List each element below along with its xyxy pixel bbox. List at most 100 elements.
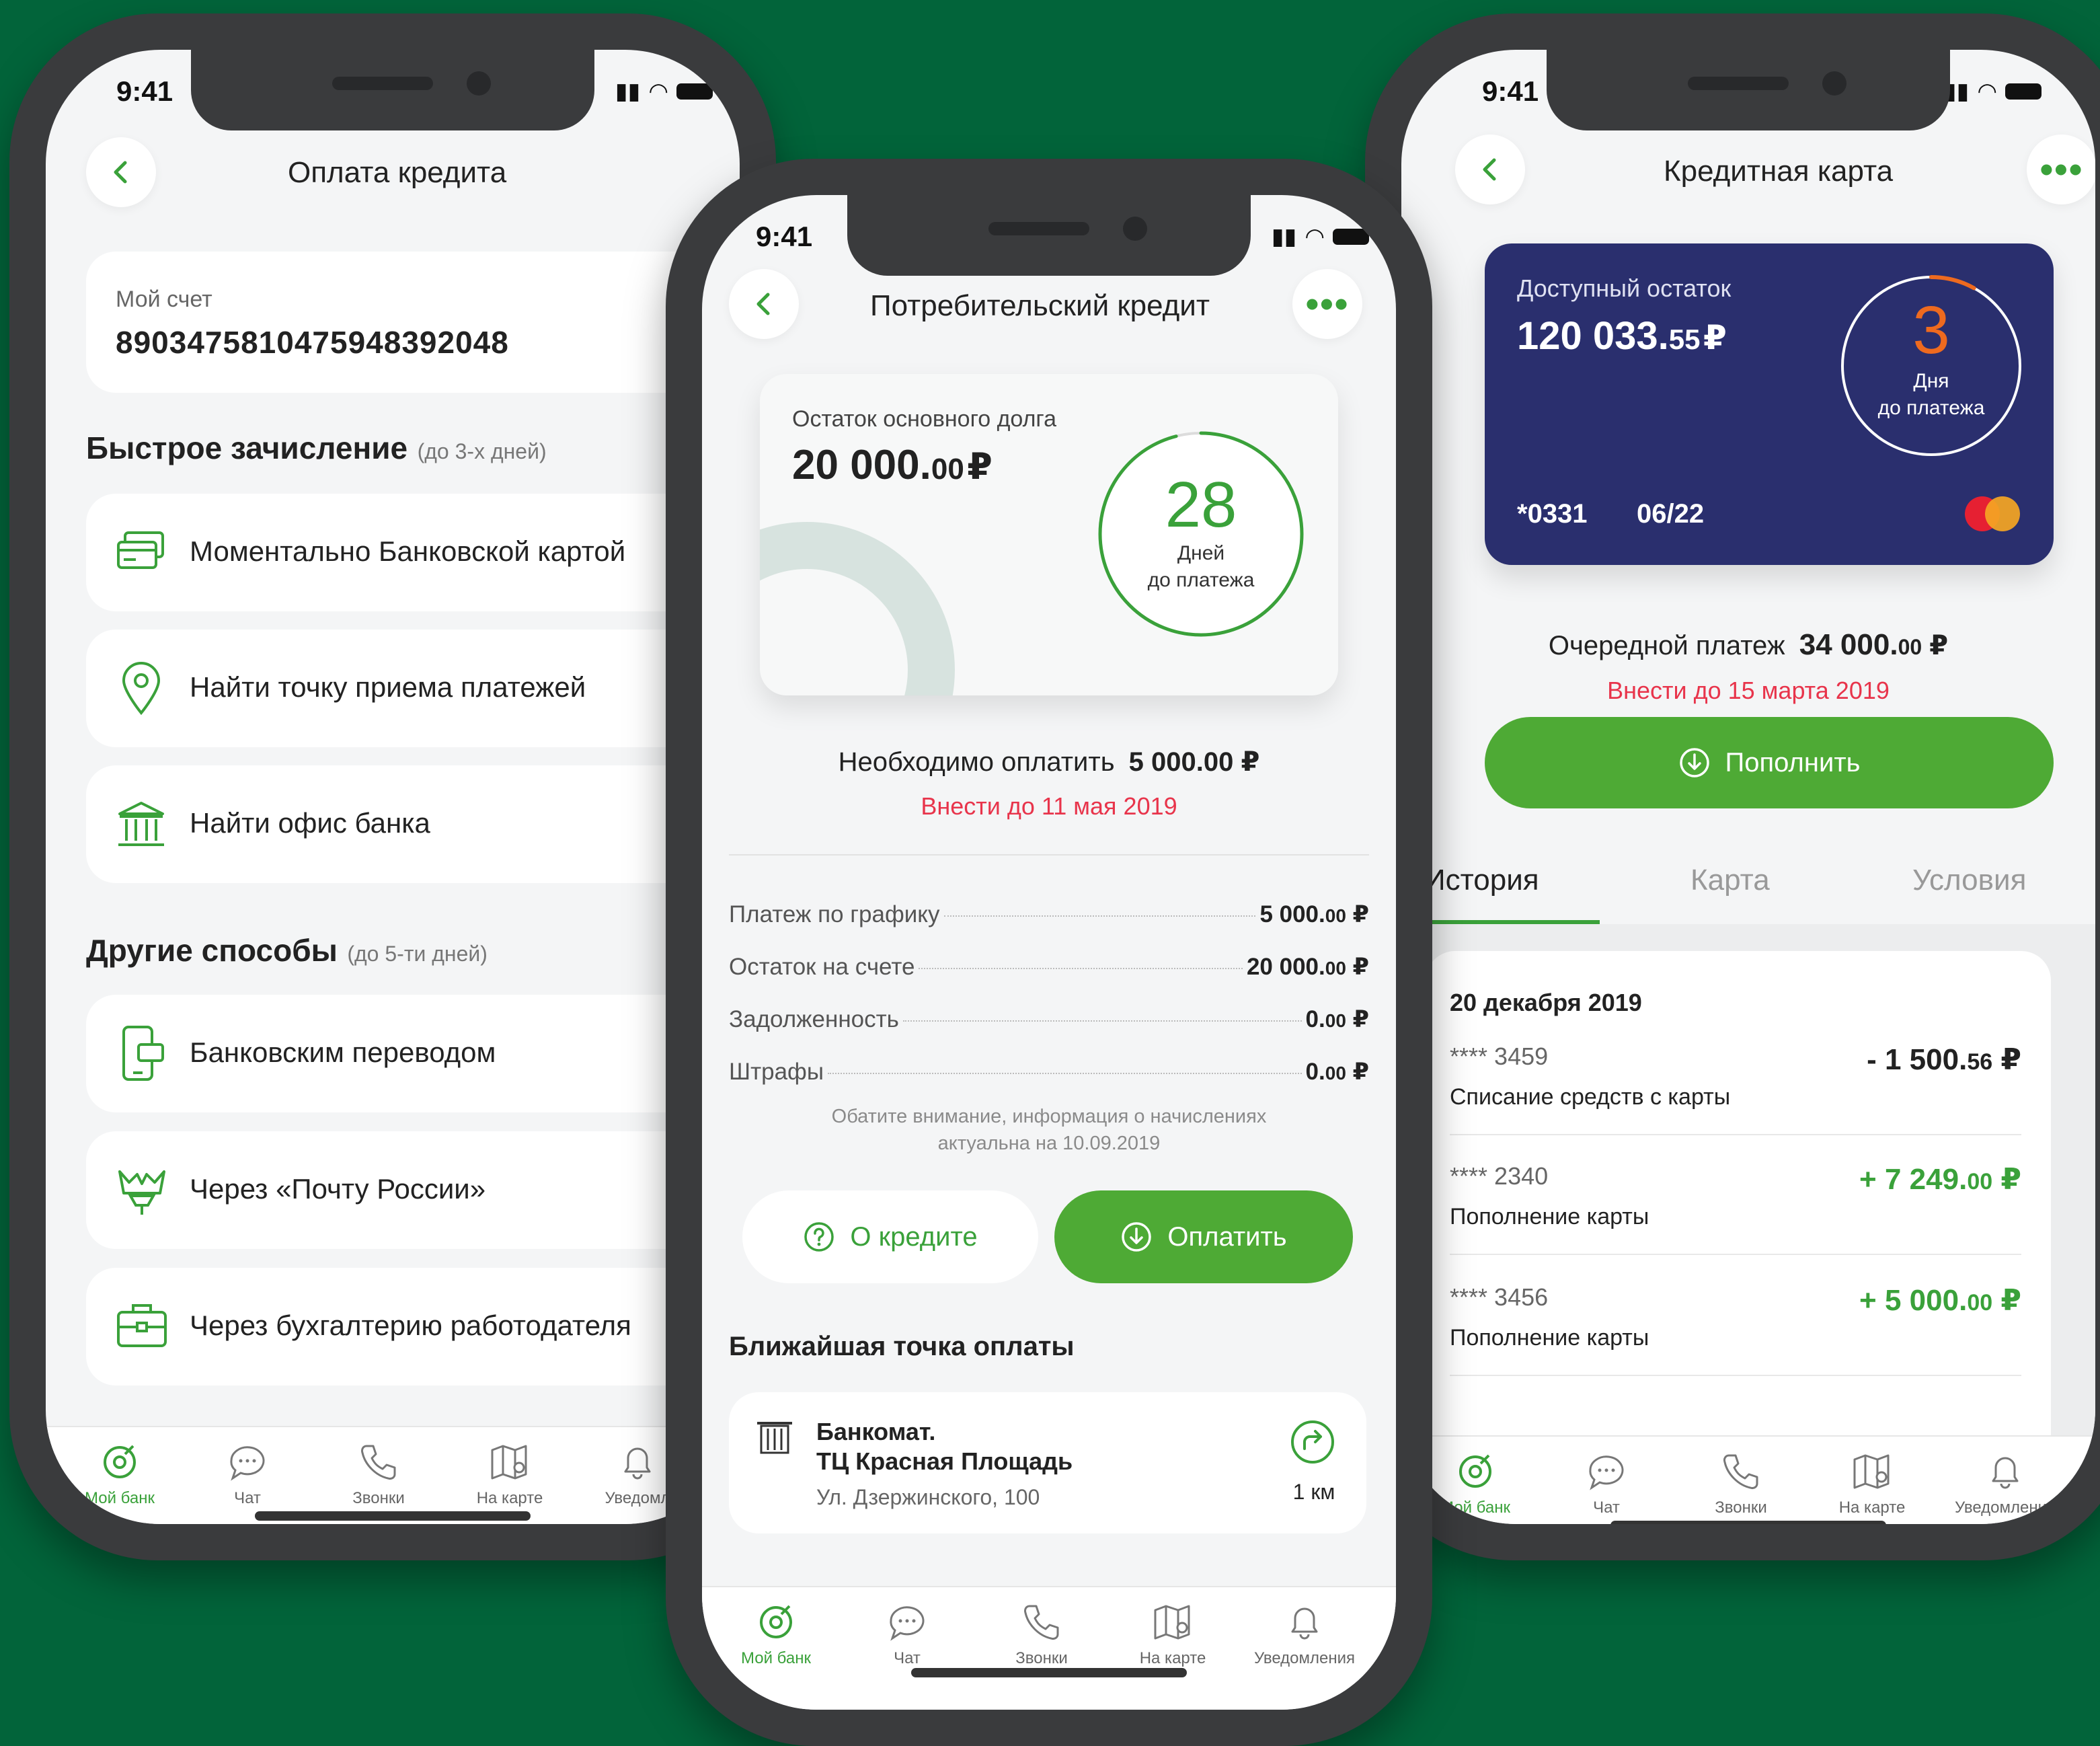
tab-notifications[interactable]: Уведомления: [1244, 1601, 1365, 1668]
tab-map[interactable]: На карте: [1812, 1450, 1933, 1517]
home-indicator: [1610, 1521, 1886, 1524]
briefcase-icon: [117, 1304, 167, 1347]
pay-option-card[interactable]: Банковским переводом: [86, 995, 740, 1112]
currency: ₽: [2000, 1284, 2021, 1317]
row-value: 20 000.00 ₽: [1247, 954, 1369, 981]
route-arrow-icon[interactable]: [1290, 1419, 1335, 1465]
home-indicator: [911, 1668, 1187, 1677]
currency: ₽: [1352, 954, 1369, 980]
more-button[interactable]: •••: [2027, 135, 2095, 204]
tab-my-bank[interactable]: Мой банк: [59, 1441, 180, 1508]
tab-calls[interactable]: Звонки: [318, 1441, 439, 1508]
amount-decimal: 00: [931, 453, 964, 486]
phone-right: 9:41 ▮▮ ◠ Кредитная карта ••• Доступный …: [1365, 13, 2100, 1560]
history-item[interactable]: **** 3456 + 5 000.00 ₽ Пополнение карты: [1450, 1283, 2021, 1404]
history-item[interactable]: **** 2340 + 7 249.00 ₽ Пополнение карты: [1450, 1162, 2021, 1283]
topup-button[interactable]: Пополнить: [1485, 717, 2054, 808]
schedule-row: Платеж по графику 5 000.00 ₽: [729, 901, 1369, 928]
must-pay-label: Необходимо оплатить: [838, 747, 1115, 777]
loan-summary-card[interactable]: Остаток основного долга 20 000.00 ₽ 28 Д…: [760, 374, 1338, 695]
account-card[interactable]: Мой счет 89034758104759483920​48: [86, 252, 740, 393]
fast-heading-title: Быстрое зачисление: [86, 430, 408, 465]
more-button[interactable]: •••: [1292, 269, 1362, 339]
tab-label: Чат: [234, 1489, 261, 1507]
screen-left: 9:41 ▮▮ ◠ Оплата кредита Мой счет 890347…: [46, 50, 740, 1524]
chevron-left-icon: [1483, 158, 1496, 181]
signal-icon: ▮▮: [1271, 224, 1297, 250]
tab-label: На карте: [1838, 1498, 1906, 1517]
history-card: 20 декабря 2019 **** 3459 - 1 500.56 ₽ С…: [1426, 951, 2051, 1462]
pay-option-card[interactable]: Найти точку приема платежей: [86, 630, 740, 747]
tab-label: Уведомления: [1253, 1649, 1356, 1667]
amount-integer: 5 000.: [1259, 901, 1325, 927]
credit-card[interactable]: Доступный остаток 120 033.55 ₽ 3 Дня до …: [1485, 243, 2054, 565]
tab-chat[interactable]: Чат: [1546, 1450, 1667, 1517]
phone-icon: [1723, 1454, 1758, 1489]
chevron-left-icon: [114, 161, 127, 184]
amount-integer: 0.: [1305, 1059, 1325, 1085]
battery-icon: [2005, 83, 2041, 100]
tab-my-bank[interactable]: Мой банк: [1415, 1450, 1536, 1517]
days-count: 28: [1165, 469, 1237, 541]
tab-calls[interactable]: Звонки: [981, 1601, 1102, 1668]
pay-option-card[interactable]: Найти офис банка: [86, 765, 740, 883]
pay-option-label: Найти офис банка: [190, 807, 430, 839]
pay-option-label: Банковским переводом: [190, 1036, 496, 1068]
tab-label: Чат: [894, 1649, 921, 1667]
tab-conditions[interactable]: Условия: [1912, 864, 2026, 897]
tab-label: Мой банк: [85, 1489, 155, 1507]
bank-icon: [760, 1605, 792, 1638]
tab-map[interactable]: На карте: [449, 1441, 570, 1508]
amount-decimal: 00: [1325, 958, 1346, 979]
amount-integer: + 5 000.: [1859, 1284, 1968, 1317]
pay-button[interactable]: Оплатить: [1054, 1190, 1353, 1283]
tab-calls[interactable]: Звонки: [1680, 1450, 1801, 1517]
status-icons: ▮▮ ◠: [1944, 78, 2041, 105]
pay-option-label: Моментально Банковской картой: [190, 535, 626, 567]
payment-point-card[interactable]: Банкомат. ТЦ Красная Площадь Ул. Дзержин…: [729, 1392, 1366, 1533]
currency: ₽: [1352, 901, 1369, 927]
currency: ₽: [2000, 1163, 2021, 1196]
tab-my-bank[interactable]: Мой банк: [715, 1601, 837, 1668]
about-loan-button[interactable]: О кредите: [742, 1190, 1038, 1283]
pay-option-card[interactable]: Через «Почту России»: [86, 1131, 740, 1249]
tab-card[interactable]: Карта: [1690, 864, 1770, 897]
card-mask: *0331: [1517, 499, 1588, 529]
bell-icon: [624, 1447, 651, 1480]
tab-strip: История Карта Условия: [1401, 850, 2095, 925]
tab-chat[interactable]: Чат: [847, 1601, 968, 1668]
tab-bar: Мой банк Чат Звонки На карте Уведомл: [46, 1426, 740, 1524]
tab-label: Звонки: [352, 1489, 405, 1507]
back-button[interactable]: [1455, 135, 1525, 204]
amount-integer: + 7 249.: [1859, 1163, 1968, 1196]
pay-option-card[interactable]: Моментально Банковской картой: [86, 494, 740, 611]
tab-notifications[interactable]: Уведомления: [1945, 1450, 2066, 1517]
debt-label: Остаток основного долга: [792, 406, 1056, 432]
post-emblem-icon: [118, 1170, 165, 1215]
payment-deadline: Внести до 11 мая 2019: [921, 792, 1177, 820]
back-button[interactable]: [729, 269, 799, 339]
pay-option-card[interactable]: Через бухгалтерию работодателя: [86, 1268, 740, 1386]
currency: ₽: [1703, 319, 1727, 356]
history-item[interactable]: **** 3459 - 1 500.56 ₽ Списание средств …: [1450, 1042, 2021, 1164]
row-label: Штрафы: [729, 1059, 824, 1085]
must-pay: Необходимо оплатить 5 000.00 ₽: [702, 747, 1396, 777]
bell-icon: [1291, 1607, 1318, 1640]
tab-map[interactable]: На карте: [1112, 1601, 1233, 1668]
divider: [1450, 1134, 2021, 1135]
history-description: Списание средств с карты: [1450, 1084, 1731, 1110]
tab-history[interactable]: История: [1424, 864, 1539, 897]
pay-label: Оплатить: [1167, 1221, 1287, 1252]
tab-chat[interactable]: Чат: [187, 1441, 308, 1508]
back-button[interactable]: [86, 137, 156, 207]
next-payment-label: Очередной платеж: [1548, 631, 1785, 660]
divider: [1450, 1254, 2021, 1255]
account-label: Мой счет: [116, 287, 212, 312]
days-label: Дня: [1913, 370, 1949, 392]
phone-icon: [361, 1445, 396, 1480]
other-heading: Другие способы (до 5-ти дней): [86, 932, 488, 969]
nearest-heading: Ближайшая точка оплаты: [729, 1332, 1075, 1361]
days-count: 3: [1912, 293, 1950, 368]
page-title: Кредитная карта: [1664, 155, 1894, 188]
chat-icon: [230, 1446, 265, 1481]
